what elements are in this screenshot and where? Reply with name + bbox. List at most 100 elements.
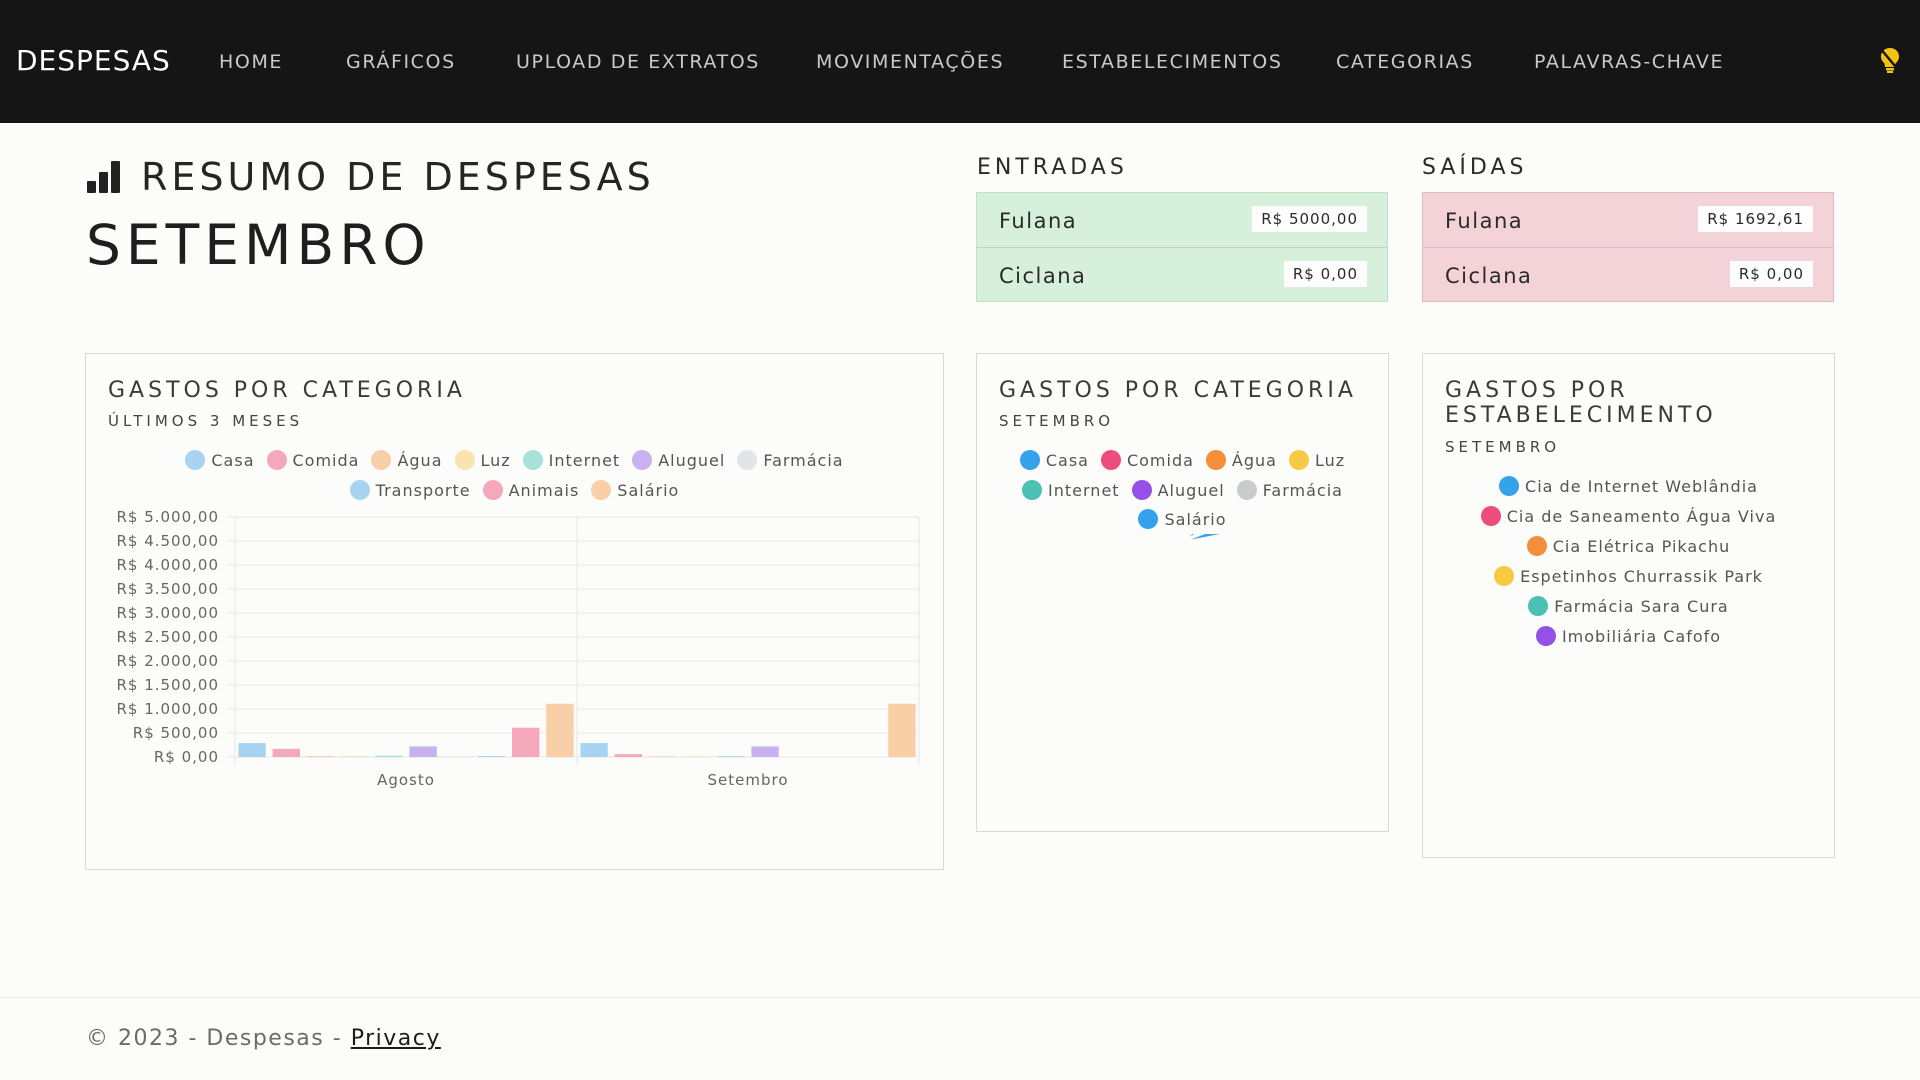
legend-label: Aluguel — [1157, 480, 1225, 500]
bar[interactable] — [512, 727, 540, 757]
y-tick-label: R$ 3.000,00 — [116, 604, 219, 622]
legend-row: Cia de Saneamento Água Viva — [1423, 506, 1834, 526]
legend-item[interactable]: Cia Elétrica Pikachu — [1526, 536, 1731, 556]
polar-slice[interactable] — [1628, 644, 1717, 647]
legend-label: Água — [397, 450, 443, 470]
bar[interactable] — [546, 703, 574, 757]
legend-item[interactable]: Luz — [1288, 450, 1346, 470]
nav-graficos[interactable]: GRÁFICOS — [346, 51, 456, 73]
legend-item[interactable]: Cia de Saneamento Água Viva — [1480, 506, 1777, 526]
bar[interactable] — [580, 743, 608, 757]
bar[interactable] — [341, 756, 369, 757]
saidas-value: R$ 1692,61 — [1698, 206, 1813, 232]
bar[interactable] — [614, 754, 642, 757]
nav-upload-extratos[interactable]: UPLOAD DE EXTRATOS — [516, 51, 760, 73]
bar-chart: R$ 5.000,00 R$ 4.500,00 R$ 4.000,00 R$ 3.50… — [116, 508, 920, 789]
entradas-value: R$ 5000,00 — [1252, 206, 1367, 232]
card-gastos-estabelecimento: GASTOS POR ESTABELECIMENTO SETEMBRO Cia … — [1422, 353, 1835, 858]
bar[interactable] — [409, 746, 437, 757]
legend-row: Espetinhos Churrassik Park — [1423, 566, 1834, 586]
legend-swatch — [1019, 450, 1040, 470]
legend-item[interactable]: Farmácia — [1236, 480, 1343, 500]
card-title: GASTOS POR CATEGORIA — [999, 378, 1357, 403]
entradas-name: Fulana — [999, 209, 1078, 233]
legend-swatch — [1236, 480, 1257, 500]
nav-palavras-chave[interactable]: PALAVRAS-CHAVE — [1534, 51, 1724, 73]
legend-item[interactable]: Água — [1205, 450, 1277, 470]
bar[interactable] — [238, 743, 266, 757]
legend-item[interactable]: Espetinhos Churrassik Park — [1494, 566, 1763, 586]
nav-movimentacoes[interactable]: MOVIMENTAÇÕES — [816, 51, 1004, 73]
y-tick-label: R$ 5.000,00 — [116, 508, 219, 526]
nav-categorias[interactable]: CATEGORIAS — [1336, 51, 1474, 73]
legend-label: Cia de Saneamento Água Viva — [1506, 506, 1777, 526]
legend-label: Cia de Internet Weblândia — [1525, 476, 1758, 496]
legend-label: Internet — [548, 450, 621, 470]
entradas-name: Ciclana — [999, 264, 1087, 288]
legend-item[interactable]: Casa — [185, 450, 254, 470]
legend-item[interactable]: Aluguel — [632, 450, 725, 470]
legend-item[interactable]: Internet — [1022, 480, 1120, 500]
card-title: ESTABELECIMENTO — [1445, 403, 1717, 428]
legend-label: Luz — [1314, 450, 1346, 470]
legend-swatch — [1288, 450, 1309, 470]
legend-item[interactable]: Casa — [1019, 450, 1089, 470]
bar[interactable] — [648, 756, 677, 757]
bar[interactable] — [683, 756, 711, 757]
y-tick-label: R$ 2.500,00 — [116, 628, 219, 646]
legend-swatch — [1480, 506, 1501, 526]
chart-legend: Salário — [977, 509, 1388, 529]
legend-swatch — [1131, 480, 1152, 500]
card-title: GASTOS POR CATEGORIA — [108, 378, 466, 403]
legend-item[interactable]: Imobiliária Cafofo — [1535, 626, 1721, 646]
legend-item[interactable]: Salário — [1138, 509, 1226, 529]
lightbulb-off-icon[interactable] — [1878, 46, 1902, 74]
entradas-value: R$ 0,00 — [1283, 261, 1367, 287]
nav-estabelecimentos[interactable]: ESTABELECIMENTOS — [1062, 51, 1283, 73]
x-tick-label: Setembro — [707, 771, 788, 789]
legend-swatch — [1499, 476, 1520, 496]
legend-item[interactable]: Aluguel — [1131, 480, 1225, 500]
bar-chart-icon — [87, 161, 120, 193]
legend-label: Água — [1231, 450, 1277, 470]
saidas-row: Ciclana R$ 0,00 — [1423, 248, 1833, 302]
bar[interactable] — [717, 756, 745, 757]
bar[interactable] — [888, 703, 916, 757]
privacy-link[interactable]: Privacy — [351, 1026, 441, 1051]
legend-label: Luz — [480, 450, 511, 470]
legend-item[interactable]: Farmácia — [737, 450, 843, 470]
bar[interactable] — [751, 746, 779, 757]
y-tick-label: R$ 4.500,00 — [116, 532, 219, 550]
y-tick-label: R$ 1.500,00 — [116, 676, 219, 694]
card-subtitle: SETEMBRO — [999, 412, 1115, 430]
legend-row: Cia de Internet Weblândia — [1423, 476, 1834, 496]
legend-item[interactable]: Comida — [266, 450, 360, 470]
legend-label: Cia Elétrica Pikachu — [1552, 536, 1731, 556]
saidas-name: Ciclana — [1445, 264, 1533, 288]
bar[interactable] — [272, 748, 300, 757]
legend-item[interactable]: Cia de Internet Weblândia — [1499, 476, 1758, 496]
legend-item[interactable]: Internet — [522, 450, 621, 470]
legend-swatch — [1022, 480, 1043, 500]
legend-swatch — [454, 450, 475, 470]
polar-slice[interactable] — [1181, 534, 1300, 543]
entradas-row: Fulana R$ 5000,00 — [977, 193, 1387, 248]
legend-item[interactable]: Comida — [1100, 450, 1194, 470]
legend-item[interactable]: Água — [371, 450, 442, 470]
card-gastos-categoria: GASTOS POR CATEGORIA SETEMBRO Casa Comida… — [976, 353, 1389, 832]
legend-swatch — [1535, 626, 1556, 646]
nav-home[interactable]: HOME — [219, 51, 283, 73]
card-subtitle: SETEMBRO — [1445, 438, 1561, 456]
brand-logo[interactable]: DESPESAS — [16, 44, 171, 77]
legend-label: Casa — [211, 450, 255, 470]
saidas-name: Fulana — [1445, 209, 1524, 233]
legend-item[interactable]: Farmácia Sara Cura — [1528, 596, 1728, 616]
legend-row: Imobiliária Cafofo — [1423, 626, 1834, 646]
bar[interactable] — [477, 756, 506, 757]
legend-item[interactable]: Luz — [454, 450, 511, 470]
bar[interactable] — [306, 756, 335, 757]
legend-swatch — [632, 450, 653, 470]
y-tick-label: R$ 1.000,00 — [116, 700, 219, 718]
bar[interactable] — [375, 755, 403, 757]
polar-area-chart — [1628, 644, 1717, 647]
